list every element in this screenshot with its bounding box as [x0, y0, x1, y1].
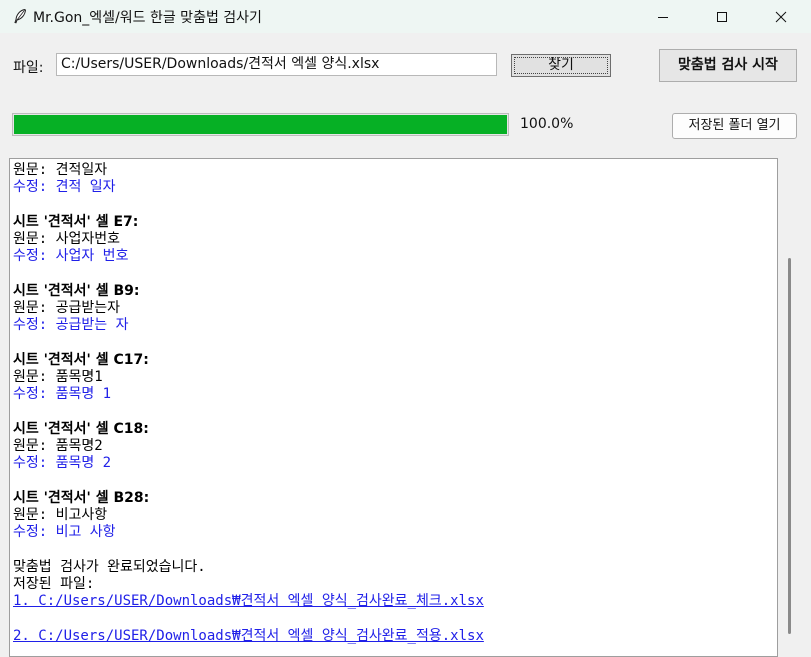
minimize-button[interactable]	[634, 0, 692, 33]
log-blank-line	[13, 265, 484, 283]
log-blank-line	[13, 196, 484, 214]
log-textbox[interactable]: 원문: 견적일자 수정: 견적 일자시트 '견적서' 셀 E7: 원문: 사업자번호…	[9, 158, 778, 657]
log-cell-header: 시트 '견적서' 셀 B9:	[13, 283, 140, 299]
log-fixed-line: 수정: 공급받는 자	[13, 317, 129, 333]
feather-icon	[14, 8, 27, 24]
log-original-line: 원문: 사업자번호	[13, 231, 121, 247]
log-original-line: 원문: 공급받는자	[13, 300, 121, 316]
app-window: Mr.Gon_엑셀/워드 한글 맞춤법 검사기 파일: C:/Users/USE…	[0, 0, 811, 657]
file-path-input[interactable]: C:/Users/USER/Downloads/견적서 엑셀 양식.xlsx	[56, 53, 497, 76]
log-blank-line	[13, 472, 484, 490]
maximize-button[interactable]	[693, 0, 751, 33]
log-cell-header: 시트 '견적서' 셀 C17:	[13, 352, 149, 368]
log-cell-header: 시트 '견적서' 셀 C18:	[13, 421, 149, 437]
log-fixed-line: 수정: 사업자 번호	[13, 248, 129, 264]
log-fixed-line: 수정: 비고 사항	[13, 524, 116, 540]
scrollbar-thumb[interactable]	[788, 258, 791, 634]
log-original-line: 원문: 견적일자	[13, 162, 108, 178]
browse-button[interactable]: 찾기	[511, 54, 611, 77]
log-original-line: 원문: 비고사항	[13, 507, 108, 523]
log-message-line: 저장된 파일:	[13, 576, 95, 592]
log-scrollbar[interactable]	[785, 160, 795, 657]
log-fixed-line: 수정: 품목명 1	[13, 386, 112, 402]
minimize-icon	[658, 16, 668, 18]
progress-percent: 100.0%	[520, 116, 574, 132]
log-blank-line	[13, 403, 484, 421]
log-blank-line	[13, 541, 484, 559]
log-fixed-line: 수정: 견적 일자	[13, 179, 116, 195]
file-label: 파일:	[13, 60, 44, 76]
log-original-line: 원문: 품목명1	[13, 369, 103, 385]
log-lines: 원문: 견적일자 수정: 견적 일자시트 '견적서' 셀 E7: 원문: 사업자번호…	[13, 162, 484, 645]
progress-fill	[14, 115, 507, 134]
log-original-line: 원문: 품목명2	[13, 438, 103, 454]
start-check-button[interactable]: 맞춤법 검사 시작	[659, 49, 797, 82]
log-blank-line	[13, 610, 484, 628]
log-cell-header: 시트 '견적서' 셀 B28:	[13, 490, 150, 506]
log-file-link[interactable]: 2. C:/Users/USER/Downloads₩견적서 엑셀 양식_검사완…	[13, 628, 484, 645]
log-cell-header: 시트 '견적서' 셀 E7:	[13, 214, 139, 230]
log-file-link[interactable]: 1. C:/Users/USER/Downloads₩견적서 엑셀 양식_검사완…	[13, 593, 484, 610]
title-bar[interactable]: Mr.Gon_엑셀/워드 한글 맞춤법 검사기	[0, 0, 811, 33]
log-blank-line	[13, 334, 484, 352]
close-icon	[775, 11, 787, 22]
window-title: Mr.Gon_엑셀/워드 한글 맞춤법 검사기	[33, 10, 262, 26]
progress-bar	[12, 113, 509, 136]
maximize-icon	[717, 11, 727, 22]
close-button[interactable]	[752, 0, 810, 33]
log-fixed-line: 수정: 품목명 2	[13, 455, 112, 471]
log-message-line: 맞춤법 검사가 완료되었습니다.	[13, 559, 206, 575]
open-folder-button[interactable]: 저장된 폴더 열기	[672, 113, 797, 139]
